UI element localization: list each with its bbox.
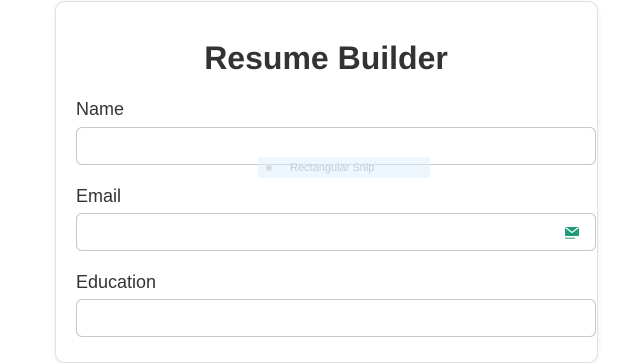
page-title: Resume Builder [204, 40, 448, 76]
name-label: Name [76, 99, 125, 119]
email-label: Email [76, 186, 122, 206]
mail-icon[interactable] [564, 226, 581, 240]
name-input[interactable] [76, 127, 596, 165]
education-label: Education [76, 272, 157, 292]
email-input[interactable] [76, 213, 596, 251]
education-input[interactable] [76, 299, 596, 337]
